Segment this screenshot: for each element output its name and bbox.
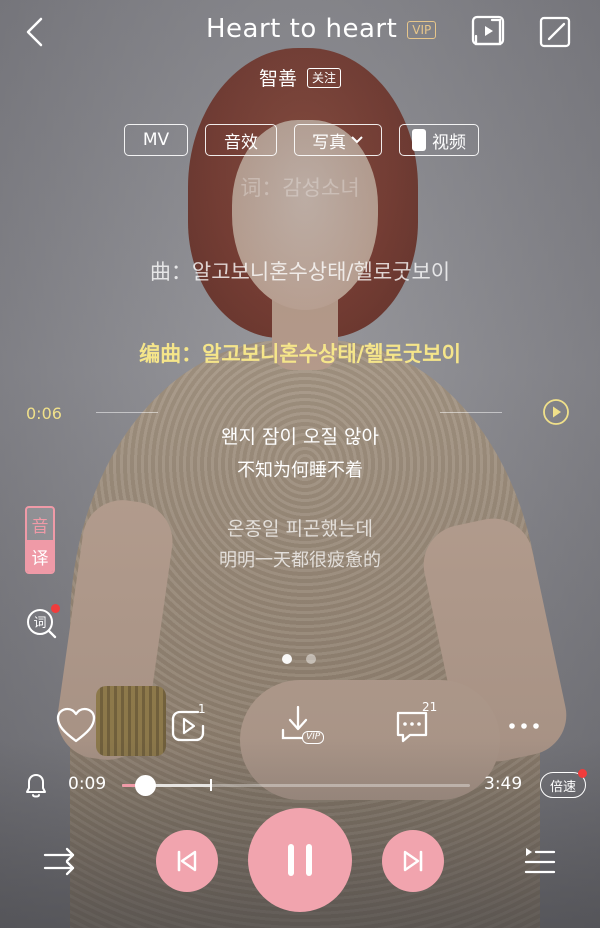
video-button[interactable]: 视频	[399, 124, 479, 156]
progress-marker	[210, 779, 212, 791]
download-icon[interactable]: VIP	[278, 704, 325, 748]
speed-label: 倍速	[549, 779, 576, 795]
playlist-icon[interactable]	[522, 844, 558, 878]
photo-button[interactable]: 写真	[294, 124, 382, 156]
prev-icon	[177, 850, 197, 872]
lyric-line-current: 编曲：알고보니혼수상태/헬로굿보이	[139, 342, 461, 366]
artist-row: 智善 关注	[0, 64, 600, 91]
lyric-line-faded: 词：감성소녀	[240, 176, 360, 200]
lyric-seek-time: 0:06	[26, 404, 62, 423]
cast-icon[interactable]	[470, 14, 506, 50]
vip-badge: VIP	[407, 21, 437, 39]
lyric-line-composer: 曲：알고보니혼수상태/헬로굿보이	[149, 260, 451, 284]
lyric-translation: 不知为何睡不着	[237, 460, 363, 481]
lyric-line: 온종일 피곤했는데	[227, 518, 373, 540]
follow-button[interactable]: 关注	[307, 67, 342, 88]
total-time: 3:49	[484, 774, 523, 794]
translation-option[interactable]: 译	[27, 540, 53, 572]
lyric-seek-guide-left	[96, 412, 158, 413]
artist-name[interactable]: 智善	[259, 64, 297, 91]
svg-text:词: 词	[33, 616, 46, 631]
pause-icon	[288, 844, 312, 876]
heart-icon[interactable]	[54, 704, 98, 748]
photo-label: 写真	[312, 132, 346, 153]
more-icon[interactable]	[504, 704, 548, 748]
share-count: 1	[198, 702, 206, 716]
next-icon	[403, 850, 423, 872]
speed-button[interactable]: 倍速	[540, 769, 587, 798]
lyric-translation: 明明一天都很疲惫的	[219, 550, 381, 571]
sound-effect-button[interactable]: 音效	[205, 124, 277, 156]
mv-button[interactable]: MV	[124, 124, 188, 156]
progress-bar[interactable]	[122, 775, 470, 796]
player-header: Heart to heart VIP	[0, 0, 600, 64]
notification-dot	[51, 604, 60, 613]
next-button[interactable]	[382, 830, 444, 892]
notification-dot	[578, 769, 587, 778]
download-vip-badge: VIP	[302, 731, 325, 744]
share-icon[interactable]: 1	[168, 702, 212, 748]
song-title-area: Heart to heart VIP	[206, 14, 437, 44]
page-dot	[306, 654, 316, 664]
page-dot-active	[282, 654, 292, 664]
comment-icon[interactable]: 21	[390, 700, 437, 748]
chevron-down-icon	[351, 136, 363, 144]
chevron-left-icon[interactable]	[18, 14, 54, 50]
media-chips: MV 音效 写真 视频	[124, 124, 479, 156]
lyric-search-icon[interactable]: 词	[24, 604, 60, 640]
lyric-seek-guide-right	[440, 412, 502, 413]
phone-icon	[412, 129, 426, 151]
page-indicator	[282, 654, 316, 664]
prev-button[interactable]	[156, 830, 218, 892]
pause-button[interactable]	[248, 808, 352, 912]
bell-icon[interactable]	[22, 770, 50, 800]
pronunciation-option[interactable]: 音	[27, 508, 53, 540]
shuffle-icon[interactable]	[42, 844, 78, 878]
lyric-line: 왠지 잠이 오질 않아	[221, 426, 379, 448]
video-label: 视频	[432, 132, 466, 153]
progress-knob[interactable]	[134, 775, 156, 796]
pronunciation-translation-toggle[interactable]: 音 译	[25, 506, 55, 574]
edit-icon[interactable]	[538, 14, 574, 50]
current-time: 0:09	[68, 774, 107, 794]
song-title: Heart to heart	[206, 14, 398, 44]
comment-count: 21	[422, 700, 438, 714]
